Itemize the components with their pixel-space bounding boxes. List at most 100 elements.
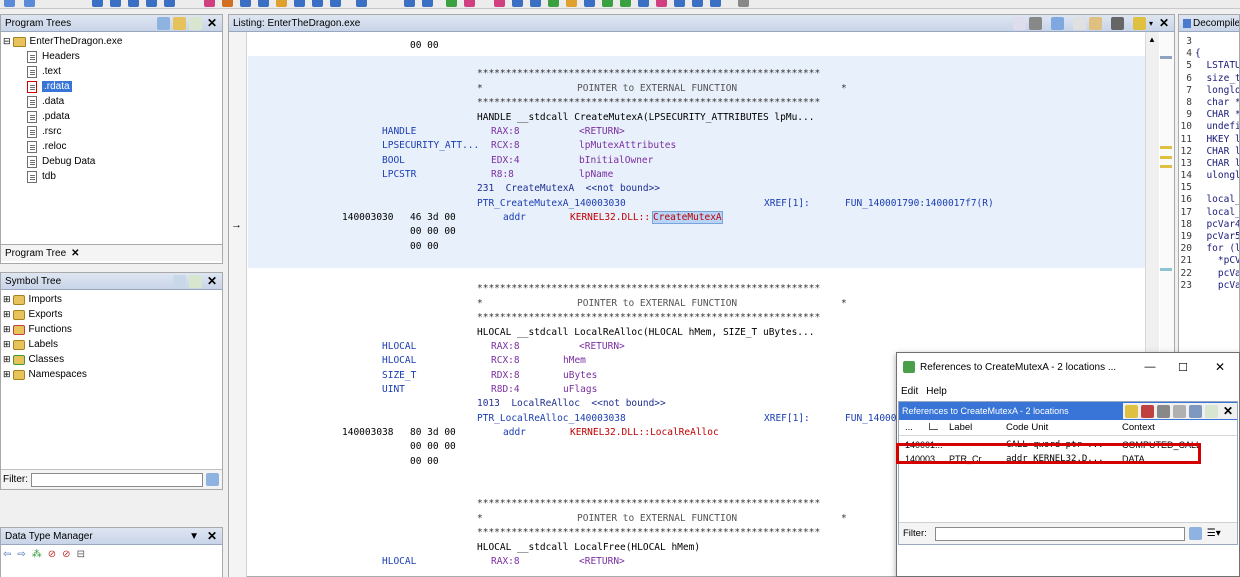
home-icon[interactable] [1141, 404, 1154, 418]
dropdown-icon[interactable]: ▼ [189, 531, 199, 542]
decompiler-line[interactable]: 14 ulongl [1179, 169, 1239, 181]
highlighted-operand[interactable]: CreateMutexA [652, 211, 723, 224]
decompiler-line[interactable]: 21 *pCV [1179, 254, 1239, 266]
decompiler-line[interactable]: 3 [1179, 35, 1239, 47]
cursor-icon[interactable] [1050, 16, 1064, 30]
tree-item-tdb[interactable]: tdb [1, 169, 222, 184]
snapshot-icon[interactable] [189, 16, 202, 30]
tree-item-debug-data[interactable]: Debug Data [1, 154, 222, 169]
tree-item-rsrc[interactable]: .rsrc [1, 124, 222, 139]
expand-icon[interactable]: ⊞ [3, 324, 11, 335]
collapse-icon[interactable]: ⊟ [3, 36, 11, 47]
close-button[interactable]: ✕ [1201, 360, 1239, 374]
decompiler-line[interactable]: 5 LSTATU [1179, 59, 1239, 71]
collapse-icon[interactable]: ⊟ [77, 549, 85, 560]
decompiler-line[interactable]: 17 local_ [1179, 206, 1239, 218]
symbol-item-classes[interactable]: ⊞ Classes [1, 352, 222, 367]
tool-icon[interactable] [566, 0, 577, 7]
tool-icon[interactable] [240, 0, 251, 7]
filter-settings-icon[interactable]: ☰▾ [1207, 528, 1221, 539]
decompiler-line[interactable]: 12 CHAR l [1179, 145, 1239, 157]
decompiler-line[interactable]: 6 size_t [1179, 72, 1239, 84]
navigate-icon[interactable] [92, 0, 103, 7]
decompiler-line[interactable]: 23 pcVa [1179, 279, 1239, 291]
maximize-button[interactable]: ☐ [1165, 361, 1201, 374]
tool-icon[interactable] [530, 0, 541, 7]
tool-icon[interactable] [638, 0, 649, 7]
snapshot-icon[interactable] [1205, 404, 1218, 418]
decompiler-line[interactable]: 8 char * [1179, 96, 1239, 108]
tool-icon[interactable] [548, 0, 559, 7]
expand-icon[interactable]: ⊞ [3, 369, 11, 380]
symbol-item-namespaces[interactable]: ⊞ Namespaces [1, 367, 222, 382]
tool-icon[interactable] [602, 0, 613, 7]
tool-icon[interactable] [294, 0, 305, 7]
label-ptr-createmutexa[interactable]: PTR_CreateMutexA_140003030 [477, 198, 626, 209]
expand-all-icon[interactable]: ⁂ [32, 549, 42, 560]
options-icon[interactable] [1132, 16, 1146, 30]
tool-icon[interactable] [464, 0, 475, 7]
copy-icon[interactable] [1012, 16, 1026, 30]
tab-program-tree[interactable]: Program Tree ✕ [1, 244, 222, 261]
symbol-item-imports[interactable]: ⊞ Imports [1, 292, 222, 307]
function-signature[interactable]: HLOCAL __stdcall LocalReAlloc(HLOCAL hMe… [477, 327, 814, 338]
decompiler-line[interactable]: 20 for (l [1179, 242, 1239, 254]
tool-icon[interactable] [656, 0, 667, 7]
back-icon[interactable]: ⇦ [3, 549, 11, 560]
tool-icon[interactable] [446, 0, 457, 7]
close-icon[interactable]: ✕ [205, 16, 219, 30]
tool-icon[interactable] [494, 0, 505, 7]
navigate-icon[interactable] [146, 0, 157, 7]
filter-arrays-icon[interactable]: ⊘ [48, 549, 56, 560]
minimize-button[interactable]: — [1135, 361, 1165, 373]
symbol-item-exports[interactable]: ⊞ Exports [1, 307, 222, 322]
tool-icon[interactable] [222, 0, 233, 7]
navigate-icon[interactable] [128, 0, 139, 7]
expand-icon[interactable]: ⊞ [3, 339, 11, 350]
create-namespace-icon[interactable] [173, 274, 186, 288]
filter-pointers-icon[interactable]: ⊘ [62, 549, 70, 560]
decompiler-line[interactable]: 18 pcVar4 [1179, 218, 1239, 230]
expand-icon[interactable]: ⊞ [3, 309, 11, 320]
decompiler-line[interactable]: 11 HKEY l [1179, 133, 1239, 145]
references-filter-input[interactable] [934, 526, 1185, 541]
navigate-icon[interactable] [110, 0, 121, 7]
snapshot-icon[interactable] [1110, 16, 1124, 30]
expand-icon[interactable]: ⊞ [3, 294, 11, 305]
decompiler-line[interactable]: 15 [1179, 181, 1239, 193]
tool-icon[interactable] [258, 0, 269, 7]
tree-item-rdata[interactable]: .rdata [1, 79, 222, 94]
tool-icon[interactable] [404, 0, 415, 7]
col-context[interactable]: Context [1122, 422, 1237, 433]
decompiler-line[interactable]: 19 pcVar5 [1179, 230, 1239, 242]
col-label[interactable]: Label [949, 422, 1006, 433]
paste-icon[interactable] [1028, 16, 1042, 30]
open-tree-icon[interactable] [157, 16, 170, 30]
close-icon[interactable]: ✕ [1157, 16, 1171, 30]
tree-item-headers[interactable]: Headers [1, 49, 222, 64]
refresh-icon[interactable] [1157, 404, 1170, 418]
function-signature[interactable]: HLOCAL __stdcall LocalFree(HLOCAL hMem) [477, 542, 700, 553]
close-icon[interactable]: ✕ [1221, 404, 1235, 418]
decompiler-line[interactable]: 4{ [1179, 47, 1239, 59]
tree-item-pdata[interactable]: .pdata [1, 109, 222, 124]
xref-link[interactable]: FUN_140001790:1400017f7(R) [845, 198, 994, 209]
forward-icon[interactable]: ⇨ [17, 549, 25, 560]
bookmark-icon[interactable] [204, 0, 215, 7]
close-icon[interactable]: ✕ [205, 274, 219, 288]
folder-icon[interactable] [173, 16, 186, 30]
tool-icon[interactable] [692, 0, 703, 7]
filter-options-icon[interactable] [206, 473, 219, 486]
navigate-icon[interactable] [164, 0, 175, 7]
symbol-item-labels[interactable]: ⊞ Labels [1, 337, 222, 352]
col-address[interactable]: ... [899, 422, 929, 433]
expand-icon[interactable]: ⊞ [3, 354, 11, 365]
decompiler-line[interactable]: 13 CHAR l [1179, 157, 1239, 169]
diff-icon[interactable] [1088, 16, 1102, 30]
tool-icon[interactable] [356, 0, 367, 7]
table-icon[interactable] [1189, 404, 1202, 418]
dropdown-icon[interactable]: ▾ [1149, 19, 1153, 28]
tree-item-text[interactable]: .text [1, 64, 222, 79]
symbol-filter-input[interactable] [31, 472, 204, 487]
back-icon[interactable] [4, 0, 15, 7]
